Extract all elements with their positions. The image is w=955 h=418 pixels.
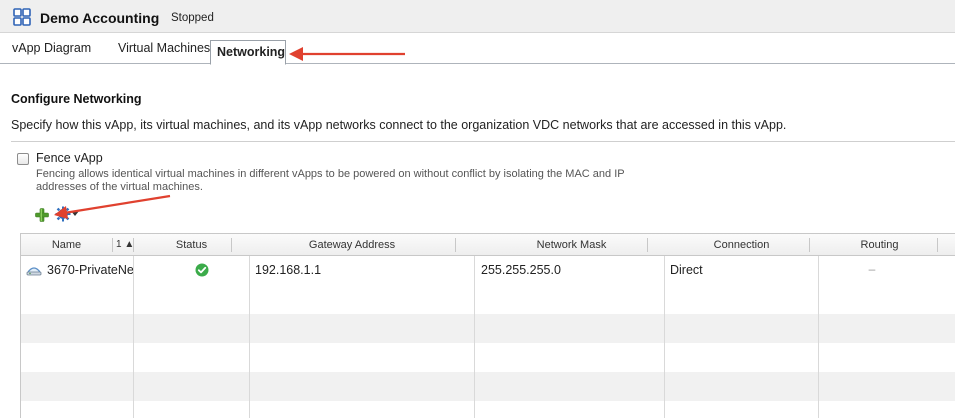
fence-vapp-help: Fencing allows identical virtual machine… [36, 168, 625, 193]
fence-vapp-label[interactable]: Fence vApp [36, 151, 103, 165]
column-header-name[interactable]: Name [21, 234, 112, 256]
column-header-gateway[interactable]: Gateway Address [249, 234, 455, 256]
gear-icon[interactable] [55, 206, 71, 222]
divider [11, 141, 955, 142]
network-icon [26, 267, 42, 276]
column-header-mask[interactable]: Network Mask [474, 234, 669, 256]
empty-row [21, 372, 955, 401]
fence-vapp-checkbox[interactable] [17, 153, 29, 165]
status-ok-icon [195, 263, 209, 277]
tab-bar: vApp Diagram Virtual Machines Networking [0, 33, 955, 65]
vapp-header: Demo Accounting Stopped [0, 0, 955, 33]
empty-row [21, 314, 955, 343]
column-separator [231, 238, 232, 252]
section-description: Specify how this vApp, its virtual machi… [11, 118, 787, 132]
networks-table: Name 1 ▲ Status Gateway Address Network … [20, 233, 955, 418]
vapp-status: Stopped [171, 12, 214, 24]
column-separator [937, 238, 938, 252]
empty-row [21, 401, 955, 418]
gateway-address: 192.168.1.1 [255, 263, 322, 277]
tab-networking[interactable]: Networking [210, 40, 286, 65]
tab-virtual-machines[interactable]: Virtual Machines [118, 33, 210, 64]
vapp-title: Demo Accounting [40, 10, 160, 26]
column-line [249, 256, 250, 418]
empty-row [21, 343, 955, 372]
column-separator [809, 238, 810, 252]
empty-row [21, 285, 955, 314]
column-header-connection[interactable]: Connection [664, 234, 819, 256]
column-header-routing[interactable]: Routing [818, 234, 941, 256]
vapp-icon [13, 8, 31, 26]
section-title: Configure Networking [11, 92, 142, 106]
column-separator [112, 238, 113, 252]
column-separator [647, 238, 648, 252]
network-mask: 255.255.255.0 [481, 263, 561, 277]
table-header: Name 1 ▲ Status Gateway Address Network … [21, 234, 955, 256]
column-separator [455, 238, 456, 252]
tab-vapp-diagram[interactable]: vApp Diagram [12, 33, 91, 64]
connection-type: Direct [670, 263, 703, 277]
table-row[interactable]: 3670-PrivateNet 192.168.1.1 255.255.255.… [21, 256, 955, 285]
sort-indicator[interactable]: 1 ▲ [116, 234, 134, 256]
column-line [818, 256, 819, 418]
column-line [474, 256, 475, 418]
column-line [133, 256, 134, 418]
column-line [664, 256, 665, 418]
add-plus-icon[interactable] [35, 208, 49, 222]
routing-value: – [868, 262, 876, 276]
chevron-down-icon[interactable] [71, 211, 79, 216]
network-name[interactable]: 3670-PrivateNet [47, 256, 133, 285]
